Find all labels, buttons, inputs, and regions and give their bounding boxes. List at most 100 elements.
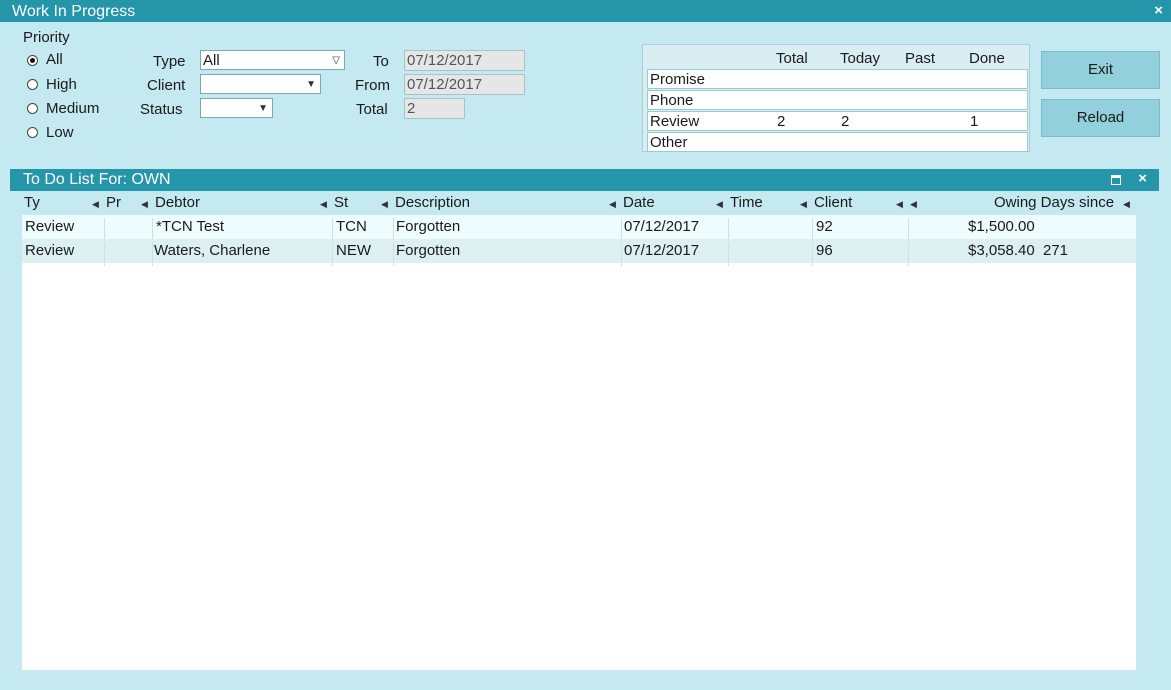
summary-header-done: Done [969, 50, 1005, 67]
status-select[interactable]: ▼ [200, 98, 273, 118]
sort-icon[interactable]: ◀ [320, 199, 327, 210]
summary-header-past: Past [905, 50, 936, 67]
summary-row-label: Phone [650, 92, 694, 109]
column-divider [393, 242, 394, 266]
sort-icon[interactable]: ◀ [141, 199, 148, 210]
summary-row-label: Promise [650, 71, 706, 88]
priority-low-label[interactable]: Low [46, 124, 74, 141]
priority-medium-label[interactable]: Medium [46, 100, 99, 117]
priority-low-radio[interactable] [27, 127, 38, 138]
type-select[interactable]: All ▽ [200, 50, 345, 70]
cell-description: Forgotten [396, 242, 461, 259]
exit-button[interactable]: Exit [1041, 51, 1160, 89]
cell-st: NEW [336, 242, 371, 259]
col-header-pr[interactable]: Pr [106, 194, 121, 211]
sort-icon[interactable]: ◀ [716, 199, 723, 210]
summary-header-total: Total [776, 50, 808, 67]
column-divider [812, 242, 813, 266]
cell-st: TCN [336, 218, 367, 235]
column-divider [332, 242, 333, 266]
column-divider [152, 242, 153, 266]
window-title: Work In Progress [12, 3, 136, 20]
summary-row-review: Review 2 2 1 [647, 111, 1028, 131]
close-icon[interactable]: × [1138, 170, 1147, 187]
chevron-down-icon[interactable]: ▼ [258, 103, 268, 114]
total-value: 2 [407, 100, 416, 117]
column-divider [104, 242, 105, 266]
summary-row-promise: Promise [647, 69, 1028, 89]
maximize-icon[interactable] [1111, 175, 1121, 185]
from-label: From [355, 77, 390, 94]
summary-row-label: Review [650, 113, 700, 130]
chevron-down-icon[interactable]: ▼ [306, 79, 316, 90]
todo-title-prefix: To Do List For: [23, 171, 128, 188]
col-header-owing-days-since[interactable]: Owing Days since [994, 194, 1114, 211]
col-header-ty[interactable]: Ty [24, 194, 40, 211]
to-label: To [373, 53, 389, 70]
cell-debtor: Waters, Charlene [154, 242, 271, 259]
summary-review-total: 2 [777, 113, 786, 130]
col-header-description[interactable]: Description [395, 194, 470, 211]
from-date-field[interactable]: 07/12/2017 [404, 74, 525, 95]
sort-icon[interactable]: ◀ [1123, 199, 1130, 210]
priority-medium-radio[interactable] [27, 103, 38, 114]
summary-table: Total Today Past Done Promise Phone Revi… [642, 44, 1030, 152]
cell-date: 07/12/2017 [624, 218, 700, 235]
table-row[interactable]: Review *TCN Test TCN Forgotten 07/12/201… [22, 215, 1136, 242]
todo-owner: OWN [131, 171, 171, 188]
summary-header-today: Today [840, 50, 881, 67]
cell-date: 07/12/2017 [624, 242, 700, 259]
cell-client: 92 [816, 218, 833, 235]
priority-high-radio[interactable] [27, 79, 38, 90]
sort-icon[interactable]: ◀ [92, 199, 99, 210]
cell-ty: Review [25, 242, 75, 259]
cell-description: Forgotten [396, 218, 461, 235]
priority-all-radio[interactable] [27, 55, 38, 66]
todo-panel-titlebar: To Do List For: OWN × [10, 169, 1159, 191]
status-label: Status [140, 101, 183, 118]
total-field: 2 [404, 98, 465, 119]
to-date-field[interactable]: 07/12/2017 [404, 50, 525, 71]
summary-review-done: 1 [970, 113, 979, 130]
col-header-date[interactable]: Date [623, 194, 655, 211]
grid-header: Ty ◀ Pr ◀ Debtor ◀ St ◀ Description ◀ Da… [22, 191, 1136, 215]
cell-ty: Review [25, 218, 75, 235]
column-divider [621, 242, 622, 266]
todo-panel-title: To Do List For: OWN [23, 171, 171, 189]
col-header-debtor[interactable]: Debtor [155, 194, 200, 211]
summary-review-today: 2 [841, 113, 850, 130]
col-header-time[interactable]: Time [730, 194, 763, 211]
close-icon[interactable]: × [1154, 2, 1163, 19]
priority-label: Priority [23, 29, 70, 46]
cell-client: 96 [816, 242, 833, 259]
todo-grid: Ty ◀ Pr ◀ Debtor ◀ St ◀ Description ◀ Da… [22, 191, 1136, 670]
window-titlebar: Work In Progress × [0, 0, 1171, 22]
summary-row-label: Other [650, 134, 688, 151]
cell-debtor: *TCN Test [156, 218, 225, 235]
table-row[interactable]: Review Waters, Charlene NEW Forgotten 07… [22, 239, 1136, 266]
client-label: Client [147, 77, 186, 94]
column-divider [728, 242, 729, 266]
sort-icon[interactable]: ◀ [910, 199, 917, 210]
summary-row-phone: Phone [647, 90, 1028, 110]
priority-all-label[interactable]: All [46, 51, 63, 68]
col-header-st[interactable]: St [334, 194, 348, 211]
column-divider [908, 242, 909, 266]
from-date-value: 07/12/2017 [407, 76, 483, 93]
cell-owing: $3,058.40 [968, 242, 1035, 259]
cell-owing: $1,500.00 [968, 218, 1035, 235]
sort-icon[interactable]: ◀ [381, 199, 388, 210]
sort-icon[interactable]: ◀ [896, 199, 903, 210]
client-select[interactable]: ▼ [200, 74, 321, 94]
col-header-client[interactable]: Client [814, 194, 852, 211]
sort-icon[interactable]: ◀ [800, 199, 807, 210]
chevron-down-icon[interactable]: ▽ [332, 55, 340, 66]
type-value: All [203, 52, 220, 69]
priority-high-label[interactable]: High [46, 76, 77, 93]
to-date-value: 07/12/2017 [407, 52, 483, 69]
cell-days: 271 [1043, 242, 1069, 259]
total-label: Total [356, 101, 388, 118]
sort-icon[interactable]: ◀ [609, 199, 616, 210]
summary-row-other: Other [647, 132, 1028, 152]
reload-button[interactable]: Reload [1041, 99, 1160, 137]
